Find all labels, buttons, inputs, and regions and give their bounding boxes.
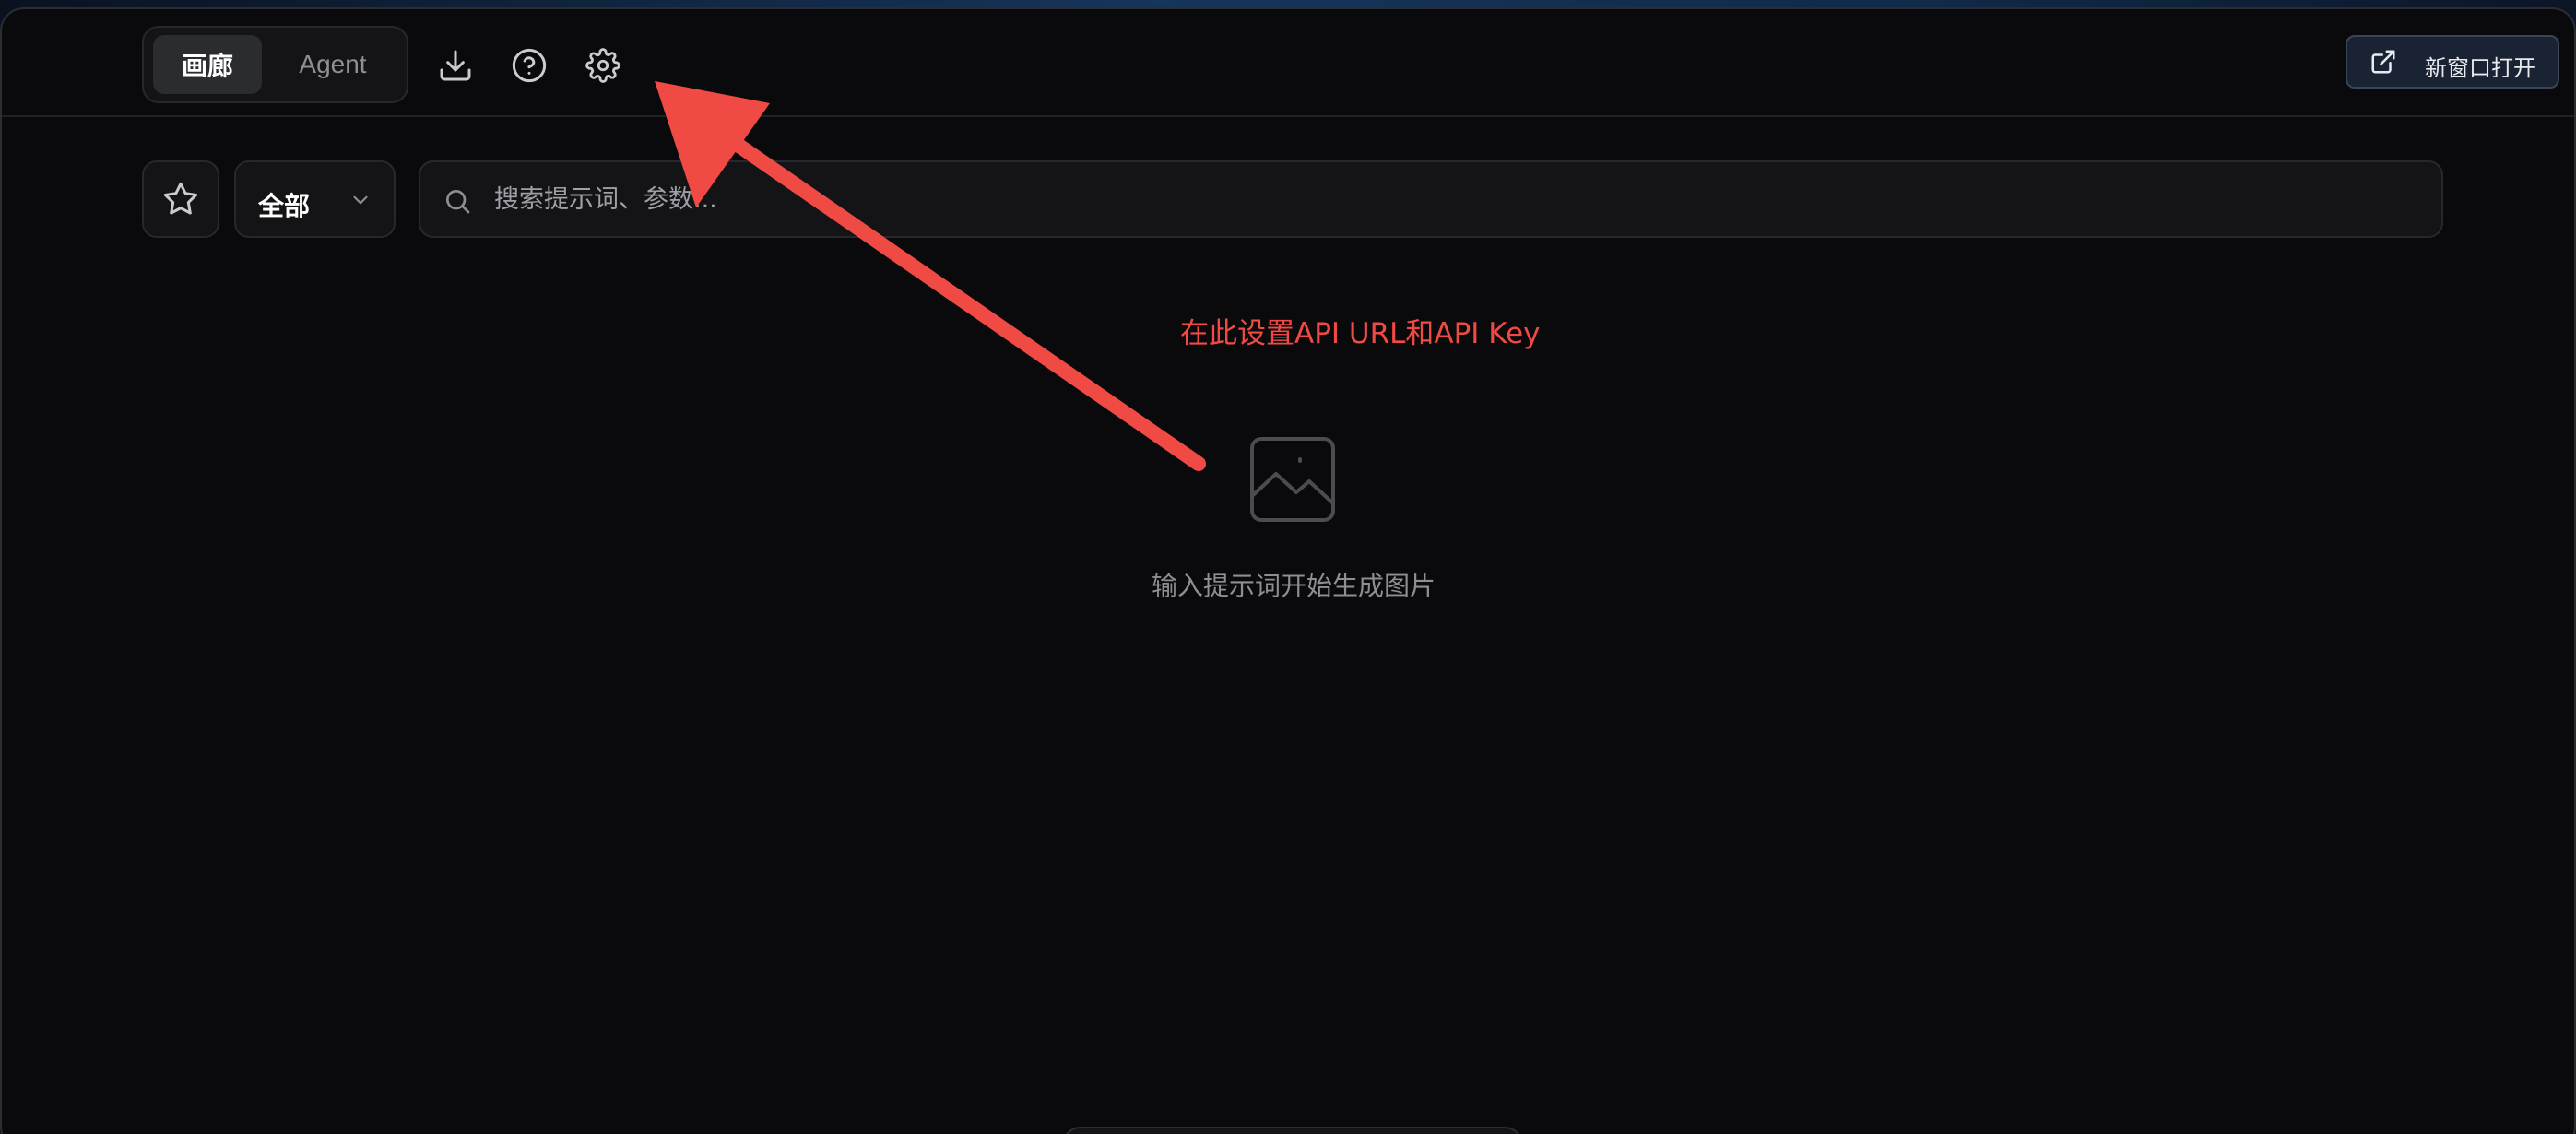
favorites-filter-button[interactable] bbox=[142, 160, 219, 238]
open-new-window-button[interactable]: 新窗口打开 bbox=[2346, 35, 2559, 89]
empty-state-text: 输入提示词开始生成图片 bbox=[1151, 571, 1436, 601]
open-new-window-label: 新窗口打开 bbox=[2425, 56, 2535, 81]
bottom-input-panel[interactable] bbox=[1062, 1127, 1523, 1134]
external-link-icon bbox=[2371, 50, 2395, 74]
chevron-down-icon bbox=[353, 195, 368, 205]
help-circle-icon bbox=[512, 48, 547, 83]
search-input[interactable] bbox=[494, 173, 2412, 225]
search-box bbox=[419, 160, 2443, 238]
settings-annotation: 在此设置API URL和API Key bbox=[1180, 317, 1541, 350]
tab-agent[interactable]: Agent bbox=[273, 35, 393, 94]
download-icon bbox=[440, 50, 471, 81]
download-button[interactable] bbox=[434, 44, 477, 87]
settings-icon bbox=[585, 48, 620, 83]
tab-gallery[interactable]: 画廊 bbox=[153, 35, 262, 94]
top-bar: 画廊 Agent 新窗口打开 bbox=[2, 9, 2574, 117]
help-button[interactable] bbox=[508, 44, 550, 87]
settings-button[interactable] bbox=[582, 44, 624, 87]
category-selected-value: 全部 bbox=[258, 192, 311, 220]
category-select[interactable]: 全部 bbox=[234, 160, 396, 238]
empty-state-image bbox=[1248, 435, 1337, 524]
search-icon bbox=[446, 190, 470, 214]
view-tab-switcher: 画廊 Agent bbox=[142, 26, 408, 103]
image-icon bbox=[1250, 437, 1335, 522]
star-icon bbox=[163, 182, 198, 215]
app-window: 画廊 Agent 新窗口打开 全部 搜索提示词、参数... 输入提示词开始生成图… bbox=[0, 7, 2576, 1134]
